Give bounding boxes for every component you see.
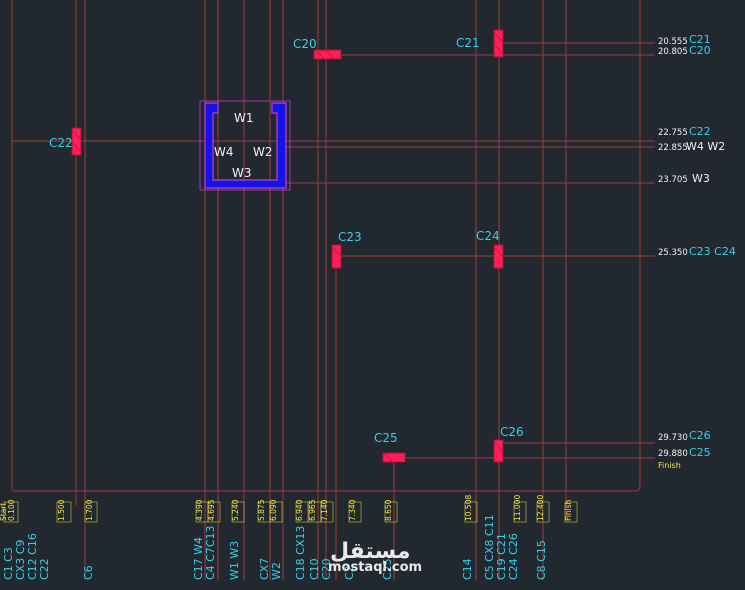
axis-station-label: C22 [38,558,51,580]
level-label-finish: Finish [658,461,681,470]
level-value: 22.755 [658,128,688,138]
level-label: C20 [689,44,711,57]
element-label-c20: C20 [293,37,317,51]
axis-station-value: 4.390 [195,499,204,521]
axis-station-value: 12.400 [536,495,545,521]
element-label-c22: C22 [49,136,73,150]
axis-station-label: C8 C15 [535,540,548,580]
axis-station-value: 10.508 [464,495,473,521]
level-label: C26 [689,429,711,442]
level-value: 22.855 [658,143,688,153]
axis-texts: Start 0.100C1 C3 CX3 C9 C12 C16 C221.500 1.70… [0,495,573,580]
element-labels: C20 C21 C22 C23 C24 C25 C26 W1 W2 W3 W4 [49,36,524,445]
axis-station-value: 7.140 [320,499,329,521]
element-c20[interactable] [313,49,342,60]
level-annotations: 20.555 C21 20.805 C20 22.755 C22 22.855 … [658,33,736,470]
axis-station-value: 6.965 [308,499,317,521]
watermark: مستقل mostaql.com [328,539,422,575]
axis-station-value: 1.500 [57,499,66,521]
element-label-c25: C25 [374,431,398,445]
axis-station-label: W1 W3 [228,541,241,580]
axis-station-value: 6.940 [295,499,304,521]
level-label: W4 W2 [686,140,725,153]
element-group [71,29,504,463]
axis-station-label: C6 [82,565,95,580]
level-value: 23.705 [658,175,688,185]
axis-station-value: 5.240 [231,499,240,521]
level-label: C23 C24 [689,245,736,258]
axis-station-value: 8.650 [384,499,393,521]
axis-station-value: 11.000 [513,495,522,521]
axis-station-value: 5.875 [257,499,266,521]
wall-label-w3: W3 [232,166,252,180]
axis-station-label: C14 [461,558,474,580]
level-value: 20.805 [658,47,688,57]
axis-station-value: 1.700 [85,499,94,521]
cad-drawing-canvas: C20 C21 C22 C23 C24 C25 C26 W1 W2 W3 W4 … [0,0,745,585]
axis-station-value: Finish [564,499,573,521]
wall-label-w1: W1 [234,111,254,125]
element-label-c23: C23 [338,230,362,244]
axis-station-value: 6.090 [269,499,278,521]
level-label: C22 [689,125,711,138]
level-value: 20.555 [658,37,688,47]
element-label-c21: C21 [456,36,480,50]
level-value: 29.730 [658,433,688,443]
element-label-c26: C26 [500,425,524,439]
level-value: 25.350 [658,248,688,258]
axis-station-label: C18 CX13 [294,526,307,580]
watermark-latin: mostaql.com [328,560,422,575]
grid-lines [11,0,655,580]
axis-station-label: W2 [270,562,283,580]
level-label: W3 [692,172,710,185]
axis-station-label: C4 C7C13 [204,525,217,580]
element-label-c24: C24 [476,229,500,243]
element-hatching [72,32,503,462]
wall-label-w2: W2 [253,145,273,159]
axis-station-label: C24 C26 [507,533,520,580]
element-c25[interactable] [382,452,406,463]
cad-drawing: C20 C21 C22 C23 C24 C25 C26 W1 W2 W3 W4 … [0,0,736,580]
level-label: C25 [689,446,711,459]
wall-label-w4: W4 [214,145,234,159]
level-value: 29.880 [658,449,688,459]
bottom-axis: Start 0.100C1 C3 CX3 C9 C12 C16 C221.500 1.70… [0,495,578,580]
axis-station-value: 4.695 [207,499,216,521]
axis-station-value: 0.100 [7,499,16,521]
axis-station-value: 7.340 [348,499,357,521]
